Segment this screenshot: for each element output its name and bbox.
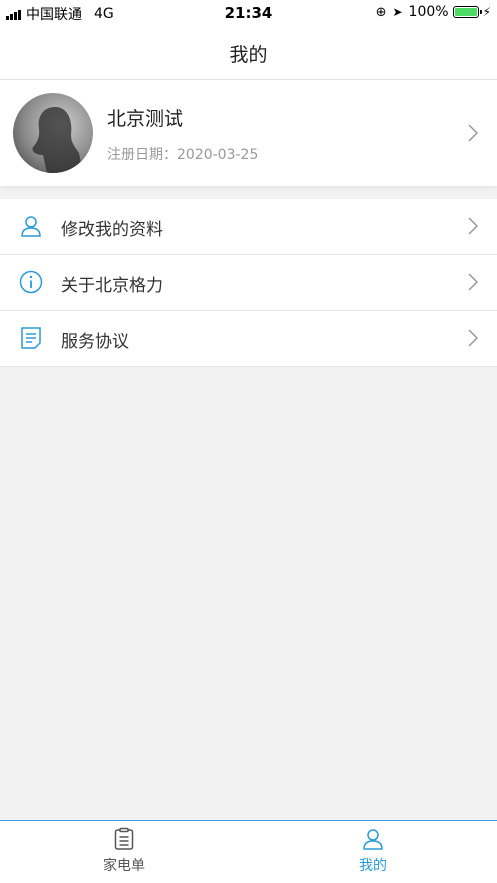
document-icon [21,327,41,349]
tab-bar: 家电单 我的 [0,820,497,883]
charging-bolt-icon: ⚡ [482,5,491,19]
register-date: 注册日期：2020-03-25 [107,147,259,163]
menu-item-label: 关于北京格力 [61,276,163,296]
tab-appliance-list[interactable]: 家电单 [0,821,248,883]
tab-label: 我的 [359,858,387,874]
menu-item-label: 服务协议 [61,332,129,352]
menu-item-about[interactable]: 关于北京格力 [0,255,497,311]
tab-mine[interactable]: 我的 [249,821,497,883]
status-bar: 中国联通 4G 21:34 ⊕ ➤ 100% ⚡ [0,0,497,26]
chevron-right-icon [468,329,479,347]
avatar [13,93,93,173]
info-icon [19,270,43,294]
location-arrow-icon: ➤ [392,5,403,19]
user-icon [363,829,383,850]
menu-item-label: 修改我的资料 [61,220,163,240]
tab-label: 家电单 [103,858,145,874]
chevron-right-icon [468,273,479,291]
page-title: 我的 [229,44,268,66]
profile-name: 北京测试 [107,108,184,130]
chevron-right-icon [468,217,479,235]
battery-percent: 100% [408,4,449,20]
menu-item-edit-profile[interactable]: 修改我的资料 [0,199,497,255]
menu-list: 修改我的资料 关于北京格力 服务协议 [0,199,497,367]
rotation-lock-icon: ⊕ [375,4,387,20]
battery-icon [452,6,482,18]
user-icon [21,216,41,237]
menu-item-service-agreement[interactable]: 服务协议 [0,311,497,367]
clipboard-icon [114,827,134,850]
chevron-right-icon [468,124,479,142]
profile-card[interactable]: 北京测试 注册日期：2020-03-25 [0,80,497,186]
nav-bar: 我的 [0,26,497,80]
status-right: ⊕ ➤ 100% ⚡ [376,4,491,20]
